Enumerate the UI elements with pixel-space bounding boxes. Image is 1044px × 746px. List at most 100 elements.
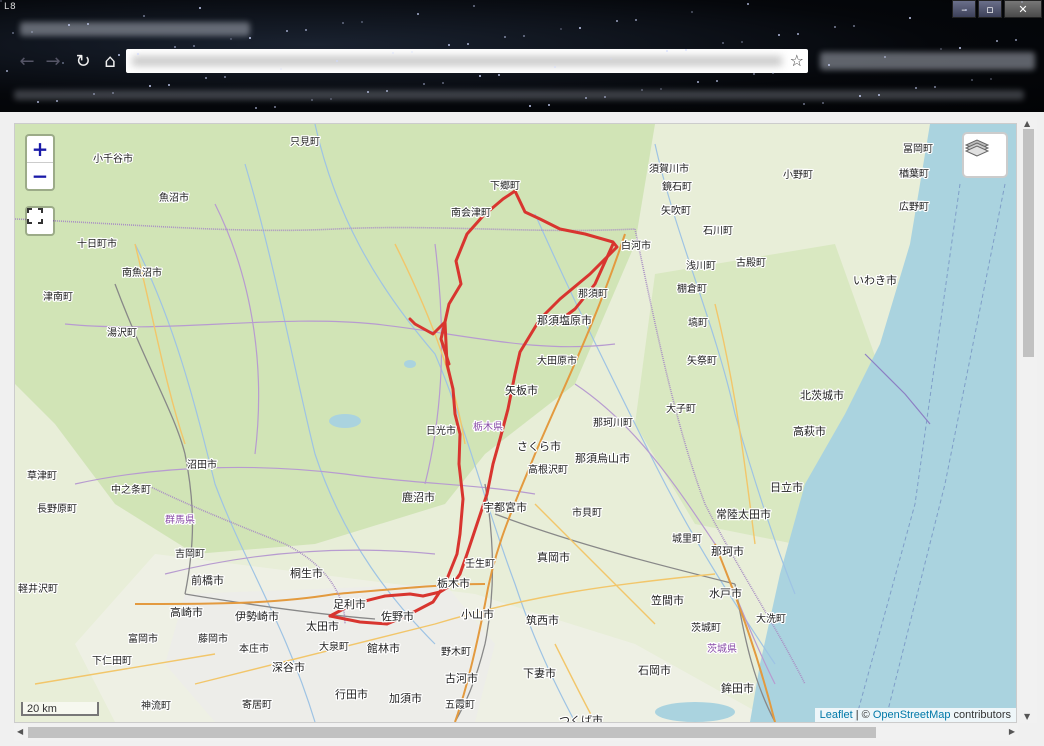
place-label: 群馬県 [165, 513, 195, 526]
blurred-tab-title[interactable] [20, 22, 250, 36]
place-label: 行田市 [335, 687, 368, 701]
place-label: 矢板市 [505, 383, 538, 397]
star-decoration [224, 76, 226, 78]
place-label: 下妻市 [523, 666, 556, 680]
address-bar[interactable]: ☆ [126, 49, 808, 73]
star-decoration [971, 79, 973, 81]
star-decoration [423, 83, 425, 85]
star-decoration [87, 23, 89, 25]
place-label: 城里町 [672, 533, 702, 545]
app-logo: L8 [4, 2, 17, 12]
place-label: 小野町 [783, 169, 813, 181]
place-label: 藤岡市 [198, 632, 228, 645]
map-canvas[interactable]: 只見町小千谷市魚沼市十日町市南魚沼市津南町湯沢町 南会津町 下郷町 須賀川市鏡石町矢吹… [15, 124, 1016, 722]
reload-button[interactable]: ↻ [72, 50, 94, 72]
star-decoration [367, 91, 369, 93]
place-label: 本庄市 [239, 642, 269, 655]
map-container[interactable]: 只見町 小千谷市 魚沼市 十日町市 南魚沼市 津南町 湯沢町 南会津町 下郷町 須賀川市 鏡石町 矢吹… [14, 123, 1017, 723]
star-decoration [448, 44, 450, 46]
bookmark-star-icon[interactable]: ☆ [790, 51, 804, 70]
place-label: 冨岡町 [903, 143, 933, 155]
star-decoration [62, 62, 64, 64]
star-decoration [1021, 1, 1023, 3]
zoom-in-button[interactable]: + [27, 136, 53, 162]
horizontal-scroll-thumb[interactable] [28, 727, 876, 738]
scroll-right-icon[interactable]: ▶ [1009, 727, 1015, 736]
place-label: 石川町 [703, 226, 733, 237]
place-label: 宇都宮市 [483, 500, 527, 514]
scroll-up-icon[interactable]: ▲ [1024, 119, 1030, 128]
place-label: 浅川町 [686, 259, 716, 272]
star-decoration [6, 70, 8, 72]
star-decoration [523, 35, 525, 37]
minimize-button[interactable]: – [952, 0, 976, 18]
star-decoration [411, 51, 413, 53]
place-label: 古河市 [445, 671, 478, 685]
place-label: 北茨城市 [800, 388, 844, 402]
place-label: 須賀川市 [649, 162, 689, 175]
zoom-out-button[interactable]: − [27, 162, 53, 189]
scroll-down-icon[interactable]: ▼ [1024, 712, 1030, 721]
layers-control[interactable] [962, 132, 1008, 178]
place-label: 石岡市 [638, 663, 671, 677]
horizontal-scrollbar[interactable]: ◀ ▶ [14, 724, 1018, 741]
star-decoration [579, 27, 581, 29]
star-decoration [548, 104, 550, 106]
star-decoration [915, 87, 917, 89]
star-decoration [965, 9, 967, 11]
star-decoration [473, 5, 475, 7]
place-label: 大洗町 [756, 612, 786, 625]
star-decoration [255, 107, 257, 109]
place-label: さくら市 [517, 439, 561, 453]
place-label: 市貝町 [572, 506, 602, 519]
close-button[interactable]: ✕ [1004, 0, 1042, 18]
place-label: 只見町 [290, 136, 320, 148]
star-decoration [199, 7, 201, 9]
back-button[interactable]: ← [16, 50, 38, 72]
star-decoration [716, 80, 718, 82]
scale-bar: 20 km [21, 702, 99, 716]
place-label: 楢葉町 [899, 167, 929, 180]
lake-small [404, 360, 416, 368]
star-decoration [336, 60, 338, 62]
star-decoration [479, 75, 481, 77]
star-decoration [168, 84, 170, 86]
place-label: 加須市 [389, 691, 422, 705]
place-label: 桐生市 [290, 566, 323, 580]
star-decoration [330, 98, 332, 100]
place-label: 矢祭町 [687, 354, 717, 367]
star-decoration [12, 32, 14, 34]
place-label: 那須町 [578, 288, 608, 300]
star-decoration [205, 77, 207, 79]
place-label: 高根沢町 [528, 463, 568, 476]
star-decoration [616, 20, 618, 22]
scroll-left-icon[interactable]: ◀ [17, 727, 23, 736]
maximize-button[interactable]: ▫ [978, 0, 1002, 18]
vertical-scrollbar[interactable]: ▲ ▼ [1020, 117, 1037, 723]
star-decoration [834, 26, 836, 28]
place-label: 栃木市 [437, 576, 470, 590]
blurred-url [132, 56, 782, 66]
blurred-bookmarks-bar[interactable] [14, 90, 1024, 100]
fullscreen-icon[interactable] [27, 208, 53, 234]
place-label: 佐野市 [381, 609, 414, 623]
blurred-extensions[interactable] [820, 52, 1035, 70]
star-decoration [747, 3, 749, 5]
star-decoration [274, 106, 276, 108]
place-label: 太田市 [306, 619, 339, 633]
attribution-separator: | © [852, 709, 873, 721]
place-label: 沼田市 [187, 458, 217, 471]
star-decoration [909, 17, 911, 19]
leaflet-link[interactable]: Leaflet [820, 709, 853, 721]
place-label: いわき市 [853, 273, 897, 287]
vertical-scroll-thumb[interactable] [1023, 129, 1034, 357]
star-decoration [504, 36, 506, 38]
place-label: 小千谷市 [93, 152, 133, 165]
star-decoration [0, 0, 2, 2]
osm-link[interactable]: OpenStreetMap [873, 709, 951, 721]
star-decoration [685, 49, 687, 51]
star-decoration [149, 85, 151, 87]
place-label: 足利市 [333, 597, 366, 611]
forward-button[interactable]: → [42, 50, 64, 72]
star-decoration [604, 96, 606, 98]
